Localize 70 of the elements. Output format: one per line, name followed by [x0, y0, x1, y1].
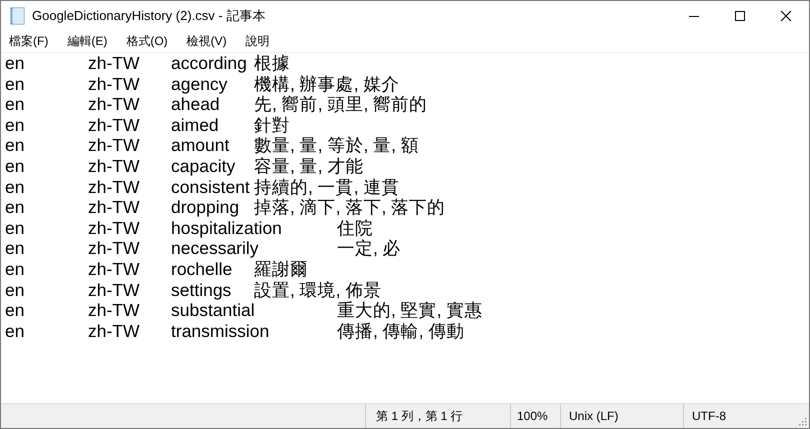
- text-token: 一定, 必: [337, 238, 401, 258]
- text-token: 容量, 量, 才能: [254, 156, 364, 176]
- text-token: amount: [171, 135, 230, 156]
- menu-item[interactable]: 編輯(E): [61, 33, 114, 50]
- menu-item[interactable]: 檢視(V): [180, 33, 233, 50]
- menu-item[interactable]: 格式(O): [120, 33, 174, 50]
- text-token: en: [5, 135, 24, 156]
- text-token: substantial: [171, 300, 255, 320]
- text-token: en: [5, 320, 24, 341]
- text-token: zh-TW: [88, 258, 140, 279]
- text-token: settings: [171, 280, 232, 300]
- text-token: hospitalization: [171, 218, 282, 238]
- text-token: en: [5, 280, 24, 300]
- text-token: zh-TW: [88, 197, 140, 218]
- text-token: 重大的, 堅實, 實惠: [337, 300, 482, 320]
- text-token: rochelle: [171, 258, 232, 279]
- text-token: 根據: [254, 53, 290, 73]
- text-token: zh-TW: [88, 74, 140, 94]
- text-token: agency: [171, 74, 228, 94]
- text-token: zh-TW: [88, 53, 140, 73]
- text-token: 設置, 環境, 佈景: [254, 280, 382, 300]
- text-token: 機構, 辦事處, 媒介: [254, 74, 400, 94]
- text-token: transmission: [171, 320, 270, 341]
- text-token: en: [5, 94, 24, 114]
- text-token: zh-TW: [88, 238, 140, 258]
- text-token: zh-TW: [88, 320, 140, 341]
- text-token: en: [5, 197, 24, 218]
- text-token: en: [5, 156, 24, 176]
- resize-grip-icon[interactable]: [797, 416, 807, 426]
- text-token: en: [5, 300, 24, 320]
- close-icon: [780, 10, 792, 22]
- text-token: zh-TW: [88, 156, 140, 176]
- status-text: UTF-8: [692, 409, 726, 423]
- menu-item[interactable]: 檔案(F): [3, 33, 54, 50]
- status-text: 100%: [517, 409, 548, 423]
- menu-item[interactable]: 說明: [240, 33, 276, 50]
- status-text: Unix (LF): [569, 409, 618, 423]
- text-token: en: [5, 74, 24, 94]
- text-token: zh-TW: [88, 135, 140, 156]
- text-token: en: [5, 238, 24, 258]
- text-token: according: [171, 53, 247, 73]
- text-token: ahead: [171, 94, 220, 114]
- text-token: 住院: [337, 218, 373, 238]
- text-token: zh-TW: [88, 218, 140, 238]
- text-token: dropping: [171, 197, 240, 218]
- text-token: 傳播, 傳輸, 傳動: [337, 320, 464, 341]
- text-token: zh-TW: [88, 114, 140, 135]
- text-token: 針對: [254, 114, 290, 135]
- text-token: aimed: [171, 114, 219, 135]
- text-token: 羅謝爾: [254, 258, 308, 279]
- text-token: 先, 嚮前, 頭里, 嚮前的: [254, 94, 428, 114]
- text-token: capacity: [171, 156, 236, 176]
- text-token: consistent: [171, 176, 250, 197]
- text-token: zh-TW: [88, 176, 140, 197]
- text-token: zh-TW: [88, 94, 140, 114]
- maximize-icon: [734, 10, 746, 22]
- text-token: en: [5, 176, 24, 197]
- text-token: 數量, 量, 等於, 量, 額: [254, 135, 419, 156]
- text-token: en: [5, 218, 24, 238]
- text-token: en: [5, 258, 24, 279]
- text-token: en: [5, 114, 24, 135]
- text-token: zh-TW: [88, 280, 140, 300]
- text-token: en: [5, 53, 24, 73]
- text-token: zh-TW: [88, 300, 140, 320]
- status-text: 第 1 列，第 1 行: [376, 408, 463, 424]
- notepad-icon: [10, 7, 26, 25]
- window-title: GoogleDictionaryHistory (2).csv - 記事本: [32, 7, 266, 25]
- text-token: necessarily: [171, 238, 259, 258]
- text-token: 持續的, 一貫, 連貫: [254, 176, 400, 197]
- text-token: 掉落, 滴下, 落下, 落下的: [254, 197, 446, 218]
